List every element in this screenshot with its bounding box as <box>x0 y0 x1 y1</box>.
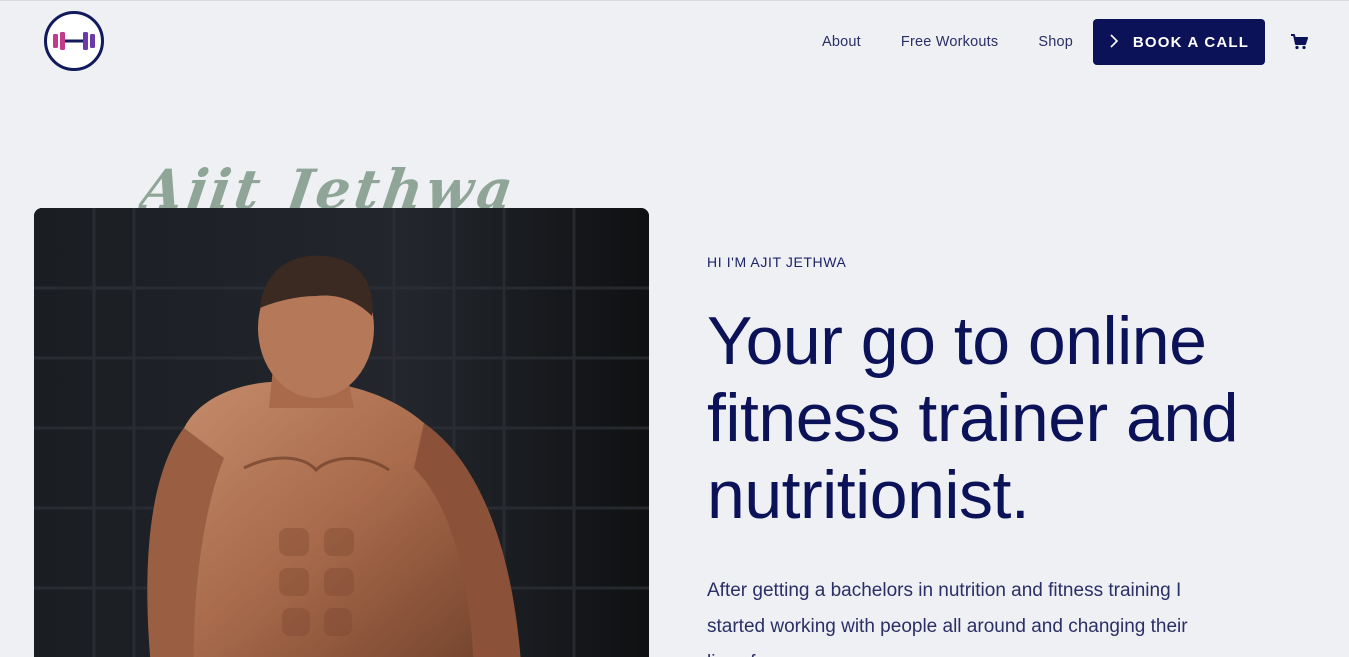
chevron-right-icon <box>1109 33 1119 52</box>
trainer-figure <box>34 208 649 657</box>
script-name-heading: Ajit Jethwa <box>137 157 521 211</box>
hero-headline: Your go to online fitness trainer and nu… <box>707 303 1239 533</box>
book-a-call-label: BOOK A CALL <box>1132 33 1250 51</box>
hero-paragraph: After getting a bachelors in nutrition a… <box>707 580 1188 657</box>
main-nav: About Free Workouts Shop BOOK A CALL <box>822 19 1309 65</box>
nav-about[interactable]: About <box>822 34 861 50</box>
page: About Free Workouts Shop BOOK A CALL Aji… <box>0 0 1349 657</box>
nav-free-workouts[interactable]: Free Workouts <box>901 34 998 50</box>
trainer-photo <box>34 208 649 657</box>
hero-eyebrow: HI I'M AJIT JETHWA <box>707 254 847 270</box>
nav-shop[interactable]: Shop <box>1038 34 1073 50</box>
cart-icon[interactable] <box>1289 32 1309 52</box>
dumbbell-logo-icon[interactable] <box>44 11 104 71</box>
dumbbell-icon <box>53 32 95 50</box>
book-a-call-button[interactable]: BOOK A CALL <box>1093 19 1265 65</box>
